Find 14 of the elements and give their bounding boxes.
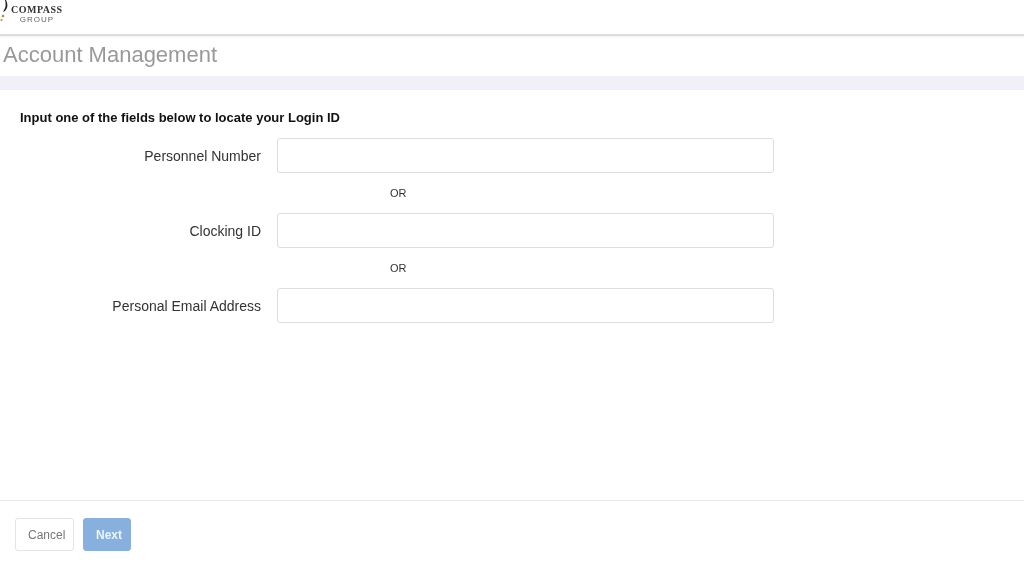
field-label: Personal Email Address bbox=[111, 297, 261, 314]
input-field[interactable] bbox=[277, 213, 774, 248]
logo-text: COMPASS bbox=[11, 4, 63, 15]
instructions-text: Input one of the fields below to locate your Login ID bbox=[20, 110, 341, 125]
page-title: Account Management bbox=[2, 41, 219, 69]
field-label: Personnel Number bbox=[143, 147, 261, 164]
logo-subtitle: GROUP bbox=[19, 15, 54, 24]
input-field[interactable] bbox=[277, 288, 774, 323]
field-label: Clocking ID bbox=[188, 222, 261, 239]
or-separator: OR bbox=[390, 262, 407, 274]
input-field[interactable] bbox=[277, 138, 774, 173]
or-separator: OR bbox=[390, 187, 407, 199]
logo-icon bbox=[0, 0, 10, 24]
cancel-button[interactable]: Cancel bbox=[15, 518, 74, 551]
